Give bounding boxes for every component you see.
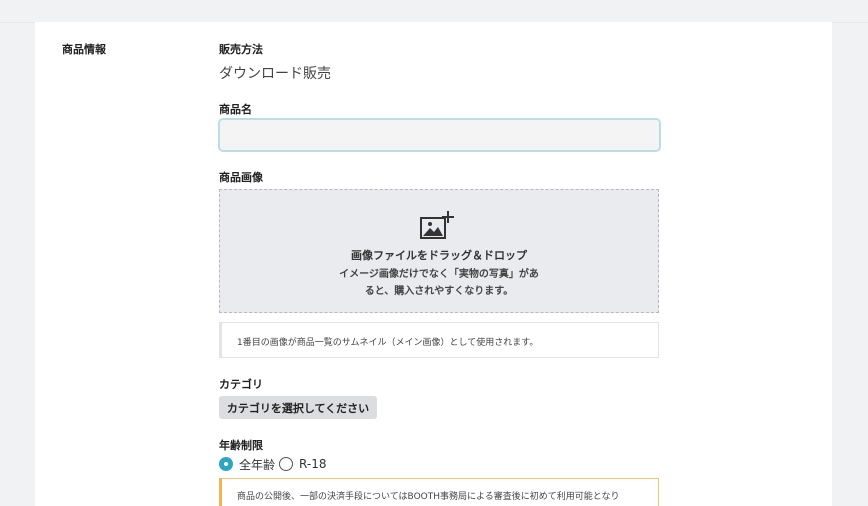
dropzone-hint: イメージ画像だけでなく「実物の写真」があ ると、購入されやすくなります。: [220, 266, 658, 300]
radio-r18-label[interactable]: R-18: [299, 457, 326, 471]
age-warning-note: 商品の公開後、一部の決済手段についてはBOOTH事務局による審査後に初めて利用可…: [219, 478, 659, 506]
product-name-label: 商品名: [219, 103, 252, 116]
radio-r18[interactable]: [279, 457, 294, 471]
image-dropzone[interactable]: 画像ファイルをドラッグ＆ドロップ イメージ画像だけでなく「実物の写真」があ ると…: [219, 189, 659, 313]
dropzone-title: 画像ファイルをドラッグ＆ドロップ: [351, 249, 527, 262]
dropzone-hint-line2: ると、購入されやすくなります。: [364, 286, 514, 297]
add-image-icon: [420, 211, 454, 239]
sales-method-label: 販売方法: [219, 43, 263, 56]
sales-method-value: ダウンロード販売: [219, 66, 331, 82]
product-image-label: 商品画像: [219, 171, 263, 184]
image-note: 1番目の画像が商品一覧のサムネイル（メイン画像）として使用されます。: [219, 322, 659, 358]
select-category-button[interactable]: カテゴリを選択してください: [219, 396, 377, 419]
radio-all-ages[interactable]: [219, 457, 233, 471]
section-title: 商品情報: [62, 43, 106, 56]
age-restriction-options: 全年齢 R-18: [219, 455, 330, 473]
radio-all-ages-label[interactable]: 全年齢: [239, 456, 275, 473]
product-name-input[interactable]: [218, 118, 661, 152]
age-restriction-label: 年齢制限: [219, 439, 263, 452]
category-label: カテゴリ: [219, 378, 263, 391]
dropzone-hint-line1: イメージ画像だけでなく「実物の写真」があ: [339, 269, 539, 280]
